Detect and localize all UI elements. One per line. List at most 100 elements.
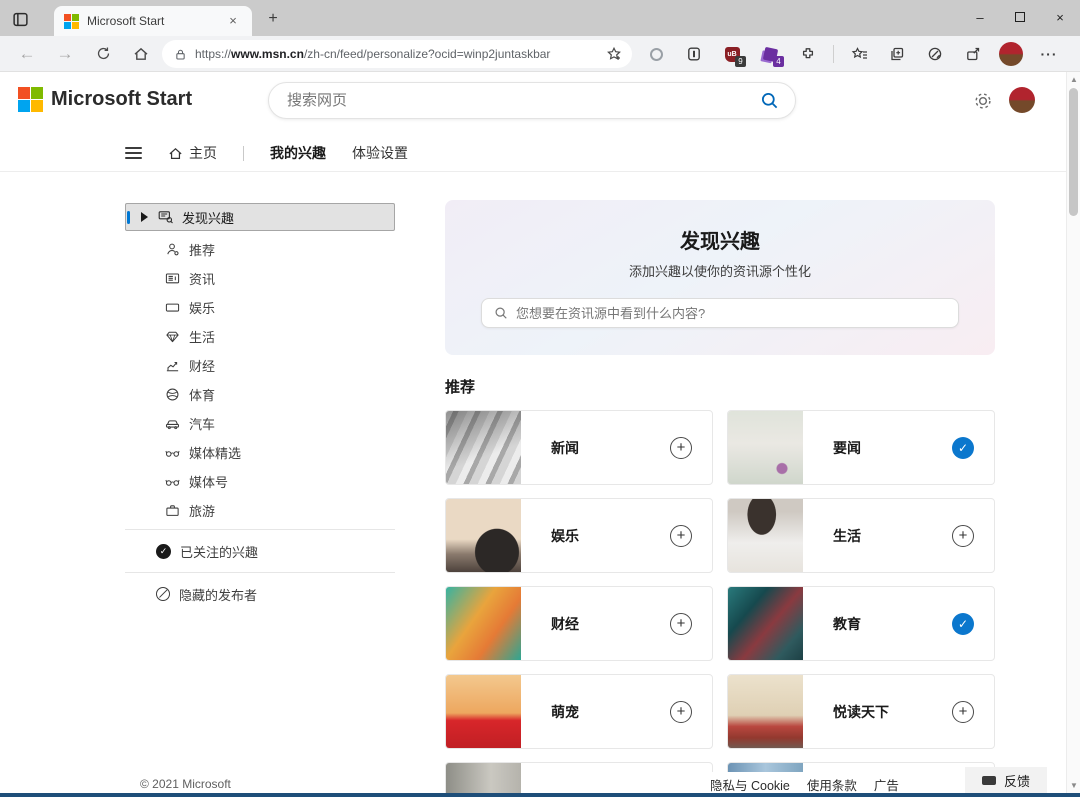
card-thumbnail [728,499,803,572]
nav-home[interactable]: 主页 [168,143,217,163]
card-thumbnail [446,411,521,484]
sidebar-item-travel[interactable]: 旅游 [125,496,395,525]
browser-tab[interactable]: Microsoft Start × [54,6,252,36]
search-icon[interactable] [760,91,779,110]
interest-card[interactable]: 生活 + [727,498,995,573]
feedback-icon [981,775,996,785]
extension-ring-icon[interactable] [640,40,672,68]
interest-card[interactable]: 娱乐 + [445,498,713,573]
selected-accent-bar [127,211,130,224]
card-toggle-button[interactable]: + [670,700,692,723]
sidebar-item-life[interactable]: 生活 [125,322,395,351]
browser-window: Microsoft Start × + – × ← → https://www.… [0,0,1080,797]
card-label: 生活 [833,527,861,544]
interest-card[interactable]: 萌宠 + [445,674,713,749]
interest-card[interactable]: 要闻 ✓ [727,410,995,485]
close-window-button[interactable]: × [1040,0,1080,34]
microsoft-start-brand[interactable]: Microsoft Start [18,87,192,112]
sidebar-item-hidden-publishers[interactable]: 隐藏的发布者 [125,577,395,611]
favorites-bar-icon[interactable] [843,40,875,68]
browser-essentials-icon[interactable] [919,40,951,68]
refresh-button[interactable] [88,40,118,68]
card-label: 悦读天下 [833,703,889,720]
interest-card[interactable]: 悦读天下 + [727,674,995,749]
card-thumbnail [446,675,521,748]
sidebar-item-followed-interests[interactable]: ✓ 已关注的兴趣 [125,534,395,568]
terms-link[interactable]: 使用条款 [807,775,857,794]
shopping-extension-icon[interactable]: 4 [754,40,786,68]
add-favorite-star-icon[interactable] [606,46,622,62]
scrollbar-thumb[interactable] [1069,88,1078,216]
interest-search-input[interactable] [516,305,946,321]
scroll-down-arrow-icon[interactable]: ▼ [1067,781,1080,790]
refresh-icon [97,47,109,60]
sidebar-item-news[interactable]: 资讯 [125,264,395,293]
sidebar-item-sports[interactable]: 体育 [125,380,395,409]
feedback-label: 反馈 [1003,773,1030,789]
tab-favicon-ms-logo [64,13,79,29]
glasses-icon [165,479,180,486]
card-label: 萌宠 [551,703,579,720]
card-toggle-button[interactable]: ✓ [952,612,974,635]
sidebar-item-discover[interactable]: 发现兴趣 [125,203,395,231]
settings-gear-button[interactable] [970,88,996,114]
privacy-cookie-link[interactable]: 隐私与 Cookie [710,775,790,794]
new-tab-button[interactable]: + [262,8,284,30]
sidebar-item-cars[interactable]: 汽车 [125,409,395,438]
sidebar-item-entertainment[interactable]: 娱乐 [125,293,395,322]
card-toggle-button[interactable]: + [670,436,692,459]
browser-toolbar: ← → https://www.msn.cn/zh-cn/feed/person… [0,36,1080,72]
extension-panel-icon[interactable] [678,40,710,68]
brand-name: Microsoft Start [51,88,193,110]
menu-hamburger-icon[interactable] [125,146,142,160]
forward-button[interactable]: → [50,40,80,68]
web-search-input[interactable] [287,92,760,109]
adblock-extension-icon[interactable]: uB 9 [716,40,748,68]
sidebar-item-media-accounts[interactable]: 媒体号 [125,467,395,496]
card-toggle-button[interactable]: + [952,700,974,723]
diamond-icon [166,331,179,343]
collections-icon[interactable] [881,40,913,68]
interest-search-box[interactable] [481,298,959,328]
back-arrow-icon: ← [18,43,36,63]
maximize-button[interactable] [1000,0,1040,34]
interest-card[interactable]: 新闻 + [445,410,713,485]
screen-icon [165,303,180,312]
gear-icon [975,93,991,109]
card-toggle-button[interactable]: ✓ [952,436,974,459]
web-search-box[interactable] [268,82,796,119]
minimize-button[interactable]: – [960,0,1000,34]
nav-my-interests[interactable]: 我的兴趣 [270,143,326,163]
discover-icon [158,209,174,225]
card-toggle-button[interactable]: + [670,612,692,635]
sidebar-item-finance[interactable]: 财经 [125,351,395,380]
card-toggle-button[interactable]: + [670,524,692,547]
lock-icon [176,49,185,59]
share-icon[interactable] [957,40,989,68]
home-button[interactable] [126,40,156,68]
search-icon [495,307,507,319]
scroll-up-arrow-icon[interactable]: ▲ [1067,75,1080,84]
ads-link[interactable]: 广告 [874,775,899,794]
page-scrollbar[interactable]: ▲ ▼ [1066,72,1080,793]
interest-card[interactable]: 教育 ✓ [727,586,995,661]
back-button[interactable]: ← [12,40,42,68]
home-icon [134,47,148,60]
extensions-puzzle-icon[interactable] [792,40,824,68]
nav-home-label: 主页 [189,145,217,161]
tab-close-icon[interactable]: × [224,12,242,30]
sidebar-item-recommended[interactable]: 推荐 [125,235,395,264]
browser-menu-button[interactable]: ··· [1033,40,1065,68]
card-label: 财经 [551,615,579,632]
feedback-button[interactable]: 反馈 [965,767,1047,793]
interest-card[interactable]: 财经 + [445,586,713,661]
sidebar-item-media-picks[interactable]: 媒体精选 [125,438,395,467]
interest-card-partial[interactable] [445,762,713,797]
url-text: https://www.msn.cn/zh-cn/feed/personaliz… [195,47,551,61]
address-bar[interactable]: https://www.msn.cn/zh-cn/feed/personaliz… [162,40,632,68]
tab-actions-menu-icon[interactable] [10,9,30,29]
nav-experience-settings[interactable]: 体验设置 [352,143,408,163]
profile-avatar[interactable] [995,40,1027,68]
account-avatar[interactable] [1009,87,1035,113]
card-toggle-button[interactable]: + [952,524,974,547]
